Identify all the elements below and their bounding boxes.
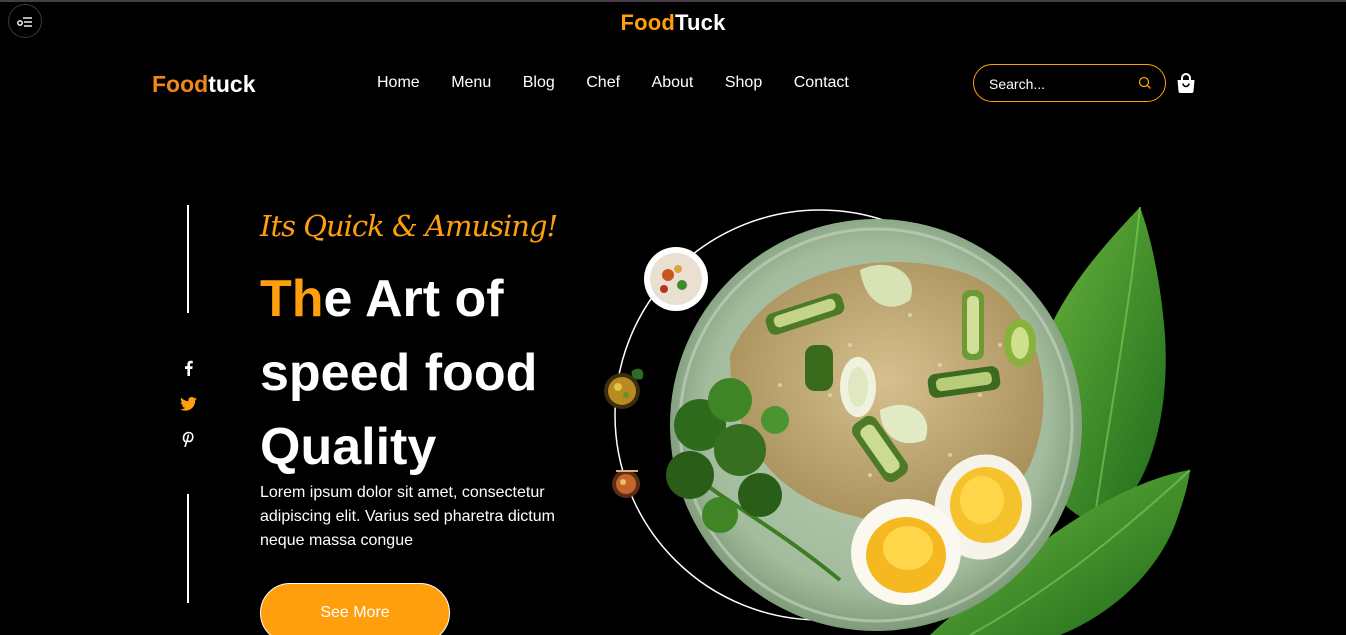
logo-part2: tuck <box>208 71 256 97</box>
thumb-dish-1 <box>644 247 708 311</box>
brand-top-part2: Tuck <box>675 10 726 35</box>
divider-line-bottom <box>187 494 189 603</box>
site-brand-top: FoodTuck <box>0 10 1346 36</box>
site-logo[interactable]: Foodtuck <box>152 71 256 98</box>
nav-item-menu[interactable]: Menu <box>451 74 491 92</box>
facebook-link[interactable] <box>179 359 197 377</box>
twitter-link[interactable] <box>179 395 197 413</box>
hero-headline: The Art of speed food Quality <box>260 262 620 484</box>
nav-item-chef[interactable]: Chef <box>586 74 620 92</box>
pinterest-icon <box>182 431 194 447</box>
logo-part1: Food <box>152 71 209 97</box>
nav-item-contact[interactable]: Contact <box>794 74 849 92</box>
hero-tagline: Its Quick & Amusing! <box>260 209 558 243</box>
brand-top-part1: Food <box>620 10 676 35</box>
shopping-bag-icon <box>1177 73 1195 93</box>
search-box <box>973 64 1166 102</box>
window-top-border <box>0 0 1346 2</box>
nav-item-about[interactable]: About <box>652 74 694 92</box>
hero-food-illustration <box>604 206 1191 635</box>
see-more-button[interactable]: See More <box>260 583 450 635</box>
search-input[interactable] <box>989 74 1134 94</box>
nav-item-blog[interactable]: Blog <box>523 74 555 92</box>
hero-description: Lorem ipsum dolor sit amet, consectetur … <box>260 484 555 549</box>
thumb-dish-3 <box>612 470 640 498</box>
search-icon[interactable] <box>1138 76 1152 90</box>
thumb-dish-2 <box>604 368 644 409</box>
nav-item-shop[interactable]: Shop <box>725 74 762 92</box>
nav-item-home[interactable]: Home <box>377 74 420 92</box>
facebook-icon <box>184 360 193 376</box>
twitter-icon <box>179 397 197 411</box>
headline-highlight: Th <box>260 270 324 328</box>
headline-line2: speed food <box>260 344 538 402</box>
main-nav: Home Menu Blog Chef About Shop Contact <box>377 74 849 92</box>
headline-line3: Quality <box>260 418 437 476</box>
divider-line-top <box>187 205 189 313</box>
cart-button[interactable] <box>1175 72 1197 99</box>
pinterest-link[interactable] <box>179 430 197 448</box>
headline-line1-rest: e Art of <box>323 270 504 328</box>
